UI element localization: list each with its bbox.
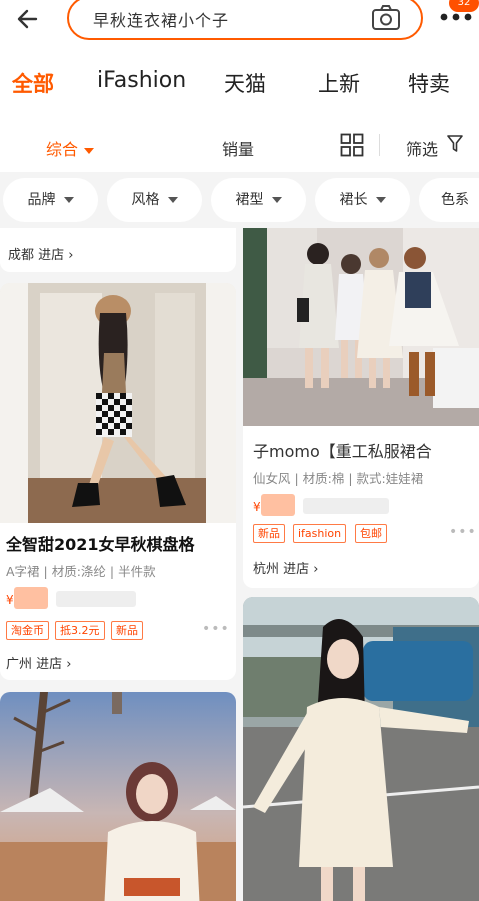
chip-label: 风格 [131,192,160,208]
product-card[interactable] [243,597,479,901]
top-bar: 早秋连衣裙小个子 32 [0,0,479,46]
sort-divider [379,134,380,156]
more-dots-icon[interactable]: ••• [202,621,230,637]
tag-ifashion: ifashion [293,524,347,543]
chip-brand[interactable]: 品牌 [3,178,98,222]
sales-blurred [56,591,136,607]
product-card[interactable] [0,692,236,901]
product-card[interactable]: 全智甜2021女早秋棋盘格 A字裙 | 材质:涤纶 | 半件款 ¥ 淘金币 抵3… [0,283,236,680]
tag-free-shipping: 包邮 [355,524,387,543]
product-attributes: A字裙 | 材质:涤纶 | 半件款 [6,564,156,579]
store-text: 成都 进店 [8,248,65,263]
sort-default-button[interactable]: 综合 [46,136,95,160]
tab-new[interactable]: 上新 [318,68,360,98]
search-box[interactable]: 早秋连衣裙小个子 [67,0,423,40]
product-image[interactable] [243,597,479,901]
sort-default-label: 综合 [46,140,79,159]
product-image[interactable] [0,692,236,901]
sales-blurred [303,498,389,514]
product-photo [0,692,236,901]
product-title[interactable]: 全智甜2021女早秋棋盘格 [6,531,195,555]
price-currency: ¥ [6,593,14,607]
tag-new: 新品 [111,621,143,640]
price-currency: ¥ [253,500,261,514]
more-icon[interactable] [440,12,472,22]
product-attributes: 仙女风 | 材质:棉 | 款式:娃娃裙 [253,471,424,486]
category-tabs: 全部 iFashion 天猫 上新 特卖 [0,46,479,120]
grid-view-icon[interactable] [340,133,364,157]
tab-sale[interactable]: 特卖 [408,68,450,98]
chip-style[interactable]: 风格 [107,178,202,222]
product-image[interactable] [0,283,236,523]
store-text: 广州 进店 [6,657,63,672]
tab-all[interactable]: 全部 [12,68,54,98]
product-photo [243,228,479,426]
product-photo [0,283,236,523]
caret-down-icon [167,197,178,203]
sort-sales-button[interactable]: 销量 [222,136,254,160]
chip-label: 品牌 [27,192,56,208]
caret-down-icon [63,197,74,203]
chip-label: 裙型 [235,192,264,208]
chip-skirt-length[interactable]: 裙长 [315,178,410,222]
attribute-chips: 品牌 风格 裙型 裙长 色系 [0,172,479,228]
store-link[interactable]: 广州 进店 › [6,653,71,672]
store-text: 杭州 进店 [253,562,310,577]
store-link[interactable]: 杭州 进店 › [253,558,318,577]
price-blurred [261,494,295,516]
filter-button[interactable]: 筛选 [406,136,438,160]
camera-icon[interactable] [371,4,401,32]
price-blurred [14,587,48,609]
caret-down-icon [84,147,95,154]
tab-ifashion[interactable]: iFashion [97,68,186,93]
filter-icon[interactable] [447,135,463,153]
tag-discount: 抵3.2元 [55,621,105,640]
tag-new: 新品 [253,524,285,543]
chip-label: 色系 [441,192,469,208]
product-card-partial[interactable]: 成都 进店 › [0,228,236,272]
caret-down-icon [271,197,282,203]
search-query-text[interactable]: 早秋连衣裙小个子 [93,7,229,31]
product-title[interactable]: 子momo【重工私服裙合 [253,438,432,462]
sort-bar: 综合 销量 筛选 [0,120,479,172]
caret-down-icon [375,197,386,203]
store-link[interactable]: 成都 进店 › [8,244,73,263]
product-image[interactable] [243,228,479,426]
more-dots-icon[interactable]: ••• [449,524,477,540]
tab-tmall[interactable]: 天猫 [224,68,266,98]
message-count-badge: 32 [449,0,479,12]
product-photo [243,597,479,901]
product-card[interactable]: 子momo【重工私服裙合 仙女风 | 材质:棉 | 款式:娃娃裙 ¥ 新品 if… [243,228,479,588]
back-arrow-icon[interactable] [14,4,44,34]
tag-coin: 淘金币 [6,621,49,640]
chip-color[interactable]: 色系 [419,178,479,222]
chip-skirt-type[interactable]: 裙型 [211,178,306,222]
chip-label: 裙长 [339,192,368,208]
